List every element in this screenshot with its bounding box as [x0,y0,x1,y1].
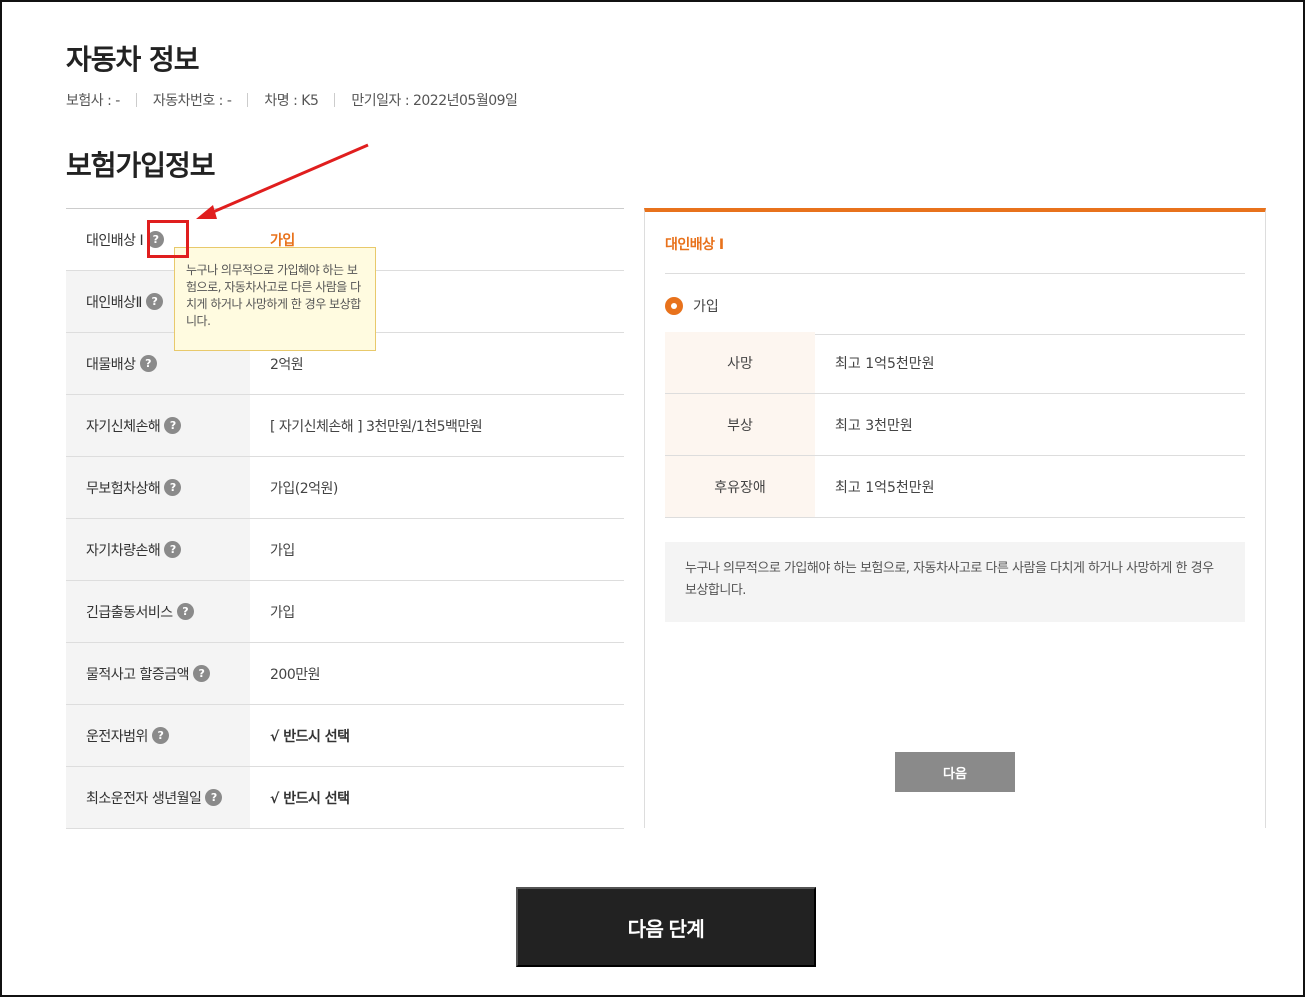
help-tooltip: 누구나 의무적으로 가입해야 하는 보험으로, 자동차사고로 다른 사람을 다치… [174,247,376,351]
coverage-amount-table: 사망 최고 1억5천만원 부상 최고 3천만원 후유장애 최고 1억5천만원 [665,332,1245,518]
row-label: 대인배상Ⅱ [86,294,142,311]
row-label: 최소운전자 생년월일 [86,790,202,807]
next-step-button[interactable]: 다음 단계 [516,887,816,967]
radio-label: 가입 [693,299,719,315]
coverage-row-driver-range[interactable]: 운전자범위? √ 반드시 선택 [66,705,624,767]
row-value: √ 반드시 선택 [270,790,350,807]
coverage-amount: 최고 1억5천만원 [835,355,935,372]
plate-text: 자동차번호 : - [152,93,232,109]
row-label-cell: 자기차량손해? [66,519,250,580]
car-info-title: 자동차 정보 [66,43,200,76]
coverage-row-self-injury[interactable]: 자기신체손해? [ 자기신체손해 ] 3천만원/1천5백만원 [66,395,624,457]
detail-title: 대인배상 Ⅰ [665,237,724,253]
coverage-row-surcharge[interactable]: 물적사고 할증금액? 200만원 [66,643,624,705]
row-label-cell: 운전자범위? [66,705,250,766]
help-icon[interactable]: ? [193,665,210,682]
row-label: 대인배상 Ⅰ [86,232,144,249]
meta-divider [247,93,249,107]
coverage-name: 부상 [665,394,815,455]
coverage-row-emergency[interactable]: 긴급출동서비스? 가입 [66,581,624,643]
expiry-text: 만기일자 : 2022년05월09일 [351,93,518,109]
coverage-amount: 최고 1억5천만원 [835,479,935,496]
insurer-text: 보험사 : - [66,93,120,109]
help-icon[interactable]: ? [205,789,223,806]
coverage-name: 후유장애 [665,456,815,517]
help-icon[interactable]: ? [164,479,182,496]
row-label-cell: 무보험차상해? [66,457,250,518]
row-label: 자기차량손해 [86,542,161,559]
next-button[interactable]: 다음 [895,752,1015,792]
help-icon[interactable]: ? [164,541,182,558]
coverage-detail-panel: 대인배상 Ⅰ 가입 사망 최고 1억5천만원 부상 최고 3천만원 후유장애 최… [644,208,1266,828]
row-label: 물적사고 할증금액 [86,666,190,683]
coverage-row-own-vehicle[interactable]: 자기차량손해? 가입 [66,519,624,581]
row-value: 가입 [270,604,295,621]
row-label: 대물배상 [86,356,136,373]
row-value: [ 자기신체손해 ] 3천만원/1천5백만원 [270,418,483,435]
join-radio[interactable]: 가입 [665,296,719,316]
row-value: √ 반드시 선택 [270,728,350,745]
radio-selected-icon [665,297,683,315]
row-label: 운전자범위 [86,728,148,745]
meta-divider [334,93,336,107]
coverage-name: 사망 [665,332,815,393]
insurance-info-title: 보험가입정보 [66,149,216,182]
meta-divider [135,93,137,107]
row-value: 200만원 [270,666,320,683]
row-label: 자기신체손해 [86,418,161,435]
row-label: 긴급출동서비스 [86,604,173,621]
row-label-cell: 물적사고 할증금액? [66,643,250,704]
row-label-cell: 최소운전자 생년월일? [66,767,250,828]
divider [665,273,1245,274]
row-value: 가입(2억원) [270,480,338,497]
coverage-amount: 최고 3천만원 [835,417,913,434]
row-label-cell: 긴급출동서비스? [66,581,250,642]
help-icon[interactable]: ? [151,727,169,744]
help-icon[interactable]: ? [164,417,182,434]
model-text: 차명 : K5 [264,93,319,109]
coverage-row-uninsured[interactable]: 무보험차상해? 가입(2억원) [66,457,624,519]
annotation-highlight-box [147,220,189,258]
coverage-amount-row: 부상 최고 3천만원 [665,394,1245,456]
help-icon[interactable]: ? [176,603,194,620]
car-info-meta: 보험사 : - 자동차번호 : - 차명 : K5 만기일자 : 2022년05… [66,90,518,110]
coverage-row-min-driver-birth[interactable]: 최소운전자 생년월일? √ 반드시 선택 [66,767,624,829]
help-icon[interactable]: ? [145,293,163,310]
coverage-amount-row: 사망 최고 1억5천만원 [665,332,1245,394]
help-icon[interactable]: ? [139,355,157,372]
row-label-cell: 자기신체손해? [66,395,250,456]
coverage-description: 누구나 의무적으로 가입해야 하는 보험으로, 자동차사고로 다른 사람을 다치… [665,542,1245,622]
row-value: 가입 [270,542,295,559]
coverage-amount-row: 후유장애 최고 1억5천만원 [665,456,1245,518]
row-label: 무보험차상해 [86,480,161,497]
